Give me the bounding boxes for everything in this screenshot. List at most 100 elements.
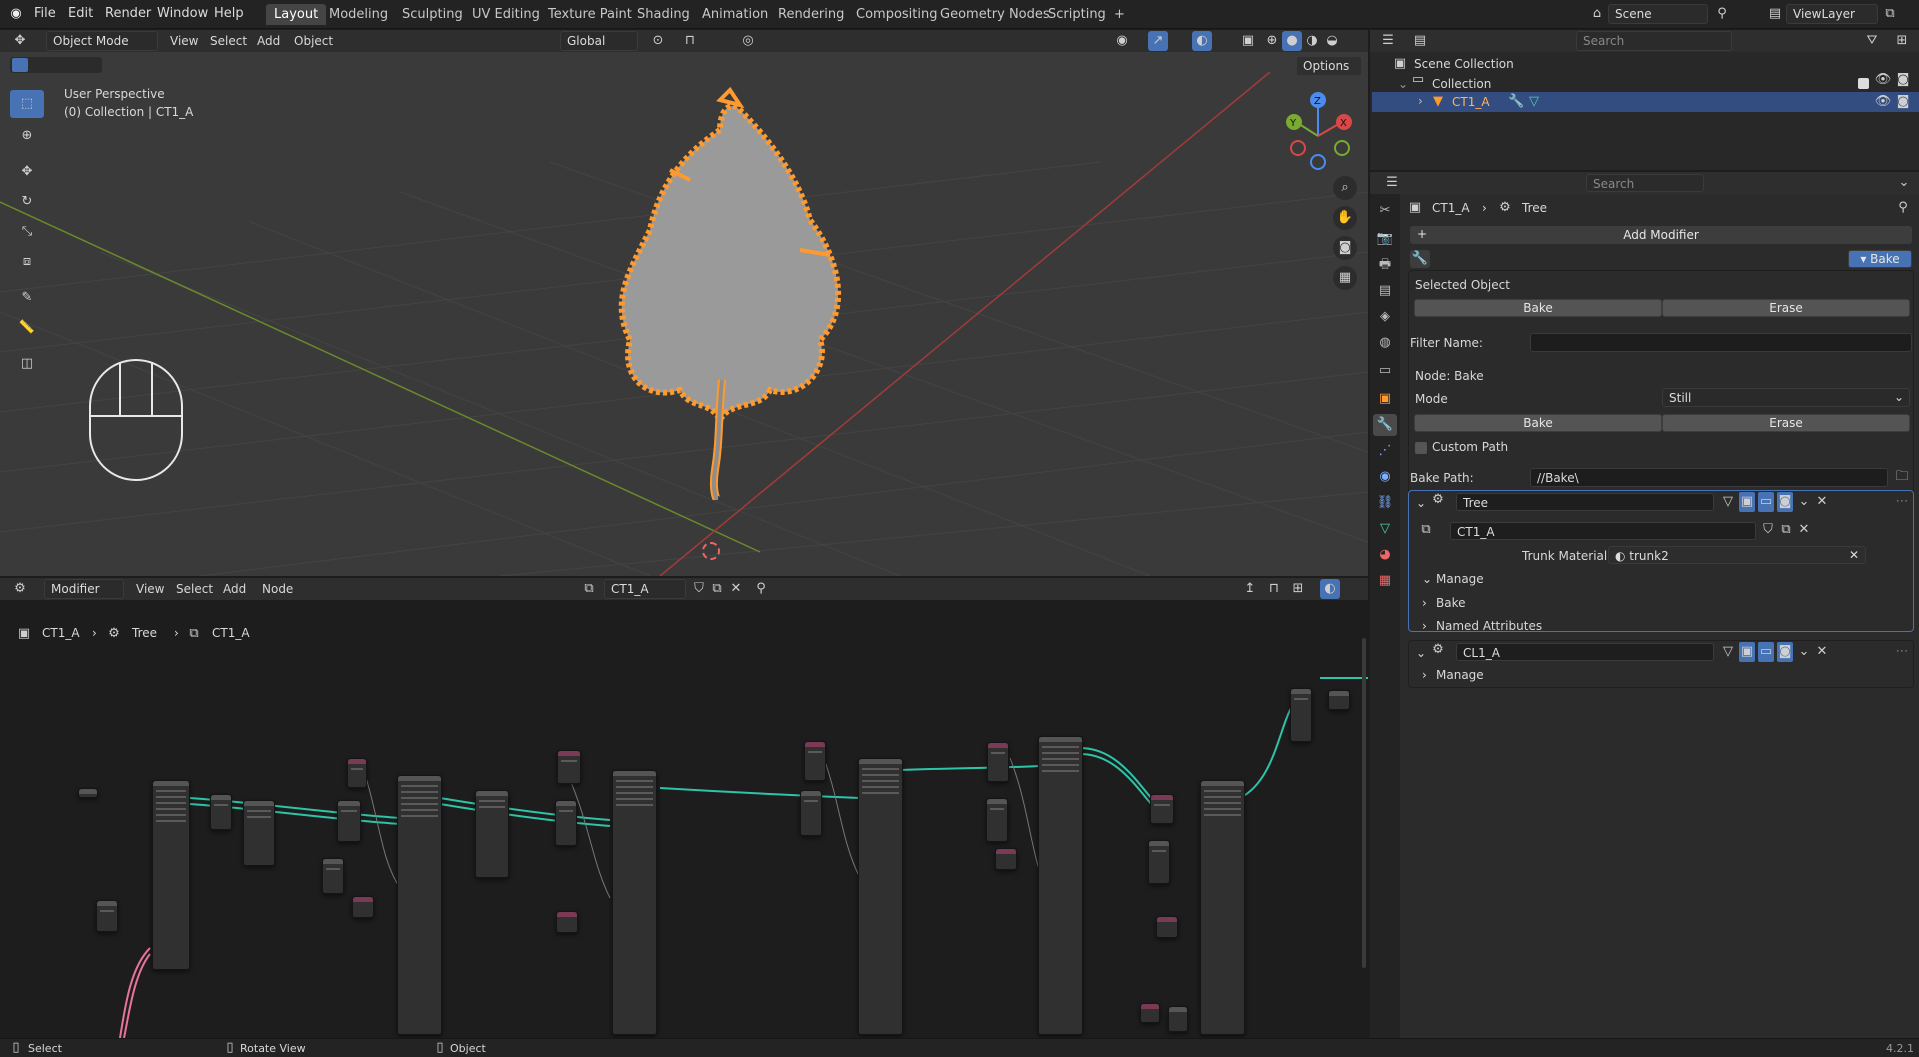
mode-dropdown[interactable]: Still ⌄ <box>1662 388 1910 407</box>
pin-node-tree-icon[interactable]: ⚲ <box>752 579 770 599</box>
unlink-tree-icon[interactable]: ✕ <box>727 579 745 599</box>
parent-node-tree-icon[interactable]: ↥ <box>1240 579 1260 599</box>
select-tool-icon[interactable]: ⬚ <box>10 90 44 118</box>
scene-tab-icon[interactable]: ◈ <box>1373 306 1397 328</box>
properties-breadcrumb-object[interactable]: CT1_A <box>1432 201 1470 215</box>
overlay-toggle-icon[interactable]: ◐ <box>1192 31 1212 51</box>
view-layer-field[interactable]: ViewLayer <box>1786 4 1878 24</box>
camera-render-icon[interactable]: ◙ <box>1894 70 1912 90</box>
tab-geometry-nodes[interactable]: Geometry Nodes <box>932 4 1058 25</box>
node-block[interactable] <box>858 758 903 1035</box>
viewport-display-icon[interactable]: ▭ <box>1758 492 1774 512</box>
data-tab-icon[interactable]: ▽ <box>1373 518 1397 540</box>
remove-modifier-icon[interactable]: ✕ <box>1814 642 1830 662</box>
manage-subpanel[interactable]: Manage <box>1436 572 1484 586</box>
node-overlay-icon[interactable]: ◐ <box>1320 579 1340 599</box>
node-editor[interactable]: ⚙ Modifier View Select Add Node ⧉ CT1_A … <box>0 578 1368 1038</box>
camera-render-icon[interactable]: ◙ <box>1894 92 1912 112</box>
modifier-menu-icon[interactable]: ⌄ <box>1796 642 1812 662</box>
physics-tab-icon[interactable]: ◉ <box>1373 466 1397 488</box>
tab-layout[interactable]: Layout <box>266 4 327 25</box>
viewport-menu-view[interactable]: View <box>170 34 198 48</box>
node-menu-view[interactable]: View <box>136 582 164 596</box>
manage-subpanel[interactable]: Manage <box>1436 668 1484 682</box>
tab-compositing[interactable]: Compositing <box>848 4 946 25</box>
node-menu-select[interactable]: Select <box>176 582 213 596</box>
collection-tab-icon[interactable]: ▭ <box>1373 360 1397 382</box>
properties-collapse-icon[interactable]: ⌄ <box>1894 173 1914 193</box>
modifier-menu-icon[interactable]: ⌄ <box>1796 492 1812 512</box>
scene-icon[interactable]: ⌂ <box>1587 4 1607 24</box>
mesh-data-icon[interactable]: ▽ <box>1526 92 1542 112</box>
modifier-wrench-icon[interactable]: 🔧 <box>1508 92 1524 112</box>
node-menu-node[interactable]: Node <box>262 582 293 596</box>
viewport-display-icon[interactable]: ▭ <box>1758 642 1774 662</box>
annotate-tool-icon[interactable]: ✎ <box>10 284 44 312</box>
menu-render[interactable]: Render <box>105 6 151 21</box>
node-block[interactable] <box>210 794 232 830</box>
add-modifier-button[interactable]: + Add Modifier <box>1410 226 1912 244</box>
measure-tool-icon[interactable]: 📏 <box>10 314 44 342</box>
folder-icon[interactable]: 🗀 <box>1892 467 1912 487</box>
material-tab-icon[interactable]: ◕ <box>1373 544 1397 566</box>
move-tool-icon[interactable]: ✥ <box>10 158 44 186</box>
pin-properties-icon[interactable]: ⚲ <box>1894 198 1912 218</box>
properties-type-icon[interactable]: ☰ <box>1380 173 1404 193</box>
eye-icon[interactable]: 👁 <box>1874 92 1892 112</box>
node-block[interactable] <box>337 800 361 842</box>
node-editor-type-icon[interactable]: ⚙ <box>10 579 30 599</box>
node-block[interactable] <box>352 896 374 918</box>
remove-modifier-icon[interactable]: ✕ <box>1814 492 1830 512</box>
render-tab-icon[interactable]: 📷 <box>1373 228 1397 250</box>
node-tree-type-dropdown[interactable]: Modifier <box>44 579 124 599</box>
modifier-name-input[interactable]: Tree <box>1456 493 1714 511</box>
material-shading-icon[interactable]: ◑ <box>1302 31 1322 51</box>
menu-file[interactable]: File <box>34 6 56 21</box>
collection-checkbox[interactable] <box>1858 78 1869 89</box>
object-mode-dropdown[interactable]: Object Mode <box>46 31 158 51</box>
named-attributes-subpanel[interactable]: Named Attributes <box>1436 619 1542 633</box>
new-collection-icon[interactable]: ⊞ <box>1890 31 1914 51</box>
drag-handle-icon[interactable]: ⋯ <box>1894 642 1910 662</box>
node-block[interactable] <box>986 798 1008 842</box>
node-snap-mode-icon[interactable]: ⊞ <box>1288 579 1308 599</box>
cage-icon[interactable]: ▣ <box>1739 492 1755 512</box>
node-snap-icon[interactable]: ⊓ <box>1264 579 1284 599</box>
node-block[interactable] <box>1290 688 1312 742</box>
drag-handle-icon[interactable]: ⋯ <box>1894 492 1910 512</box>
tab-shading[interactable]: Shading <box>629 4 698 25</box>
view-layer-icon[interactable]: ▤ <box>1765 4 1785 24</box>
pan-hand-icon[interactable]: ✋ <box>1333 206 1357 230</box>
node-tree-browse-icon[interactable]: ⧉ <box>1416 520 1436 540</box>
node-group-field[interactable]: CT1_A <box>1450 522 1756 540</box>
add-workspace-button[interactable]: + <box>1106 4 1133 25</box>
menu-window[interactable]: Window <box>157 6 208 21</box>
node-block[interactable] <box>152 780 190 970</box>
texture-tab-icon[interactable]: ▦ <box>1373 570 1397 592</box>
node-block[interactable] <box>78 788 98 798</box>
tab-uv-editing[interactable]: UV Editing <box>464 4 548 25</box>
tab-scripting[interactable]: Scripting <box>1040 4 1114 25</box>
bake-subpanel[interactable]: Bake <box>1436 596 1466 610</box>
chevron-right-icon[interactable]: › <box>1422 619 1427 633</box>
outliner-scene-collection[interactable]: Scene Collection <box>1414 57 1514 71</box>
duplicate-tree-icon[interactable]: ⧉ <box>1778 520 1794 540</box>
eye-icon[interactable]: 👁 <box>1874 70 1892 90</box>
viewport-menu-add[interactable]: Add <box>257 34 280 48</box>
node-tree-browse-icon[interactable]: ⧉ <box>578 579 600 599</box>
node-block[interactable] <box>1200 780 1245 1035</box>
filter-name-input[interactable] <box>1530 333 1912 352</box>
outliner-collection[interactable]: Collection <box>1432 77 1491 91</box>
filter-icon[interactable]: ⛛ <box>1860 31 1884 51</box>
chevron-down-icon[interactable]: ⌄ <box>1416 496 1426 510</box>
node-block[interactable] <box>347 758 367 788</box>
viewport-3d[interactable]: ✥ Object Mode View Select Add Object Glo… <box>0 30 1368 576</box>
erase-node-button[interactable]: Erase <box>1662 414 1910 432</box>
outliner-ct1a[interactable]: CT1_A <box>1452 95 1490 109</box>
pin-icon[interactable]: ⚲ <box>1712 4 1732 24</box>
transform-tool-icon[interactable]: ⧈ <box>10 248 44 276</box>
constraints-tab-icon[interactable]: ⛓ <box>1373 492 1397 514</box>
chevron-down-icon[interactable]: ⌄ <box>1416 646 1426 660</box>
node-block[interactable] <box>96 900 118 932</box>
node-block[interactable] <box>612 770 657 1035</box>
